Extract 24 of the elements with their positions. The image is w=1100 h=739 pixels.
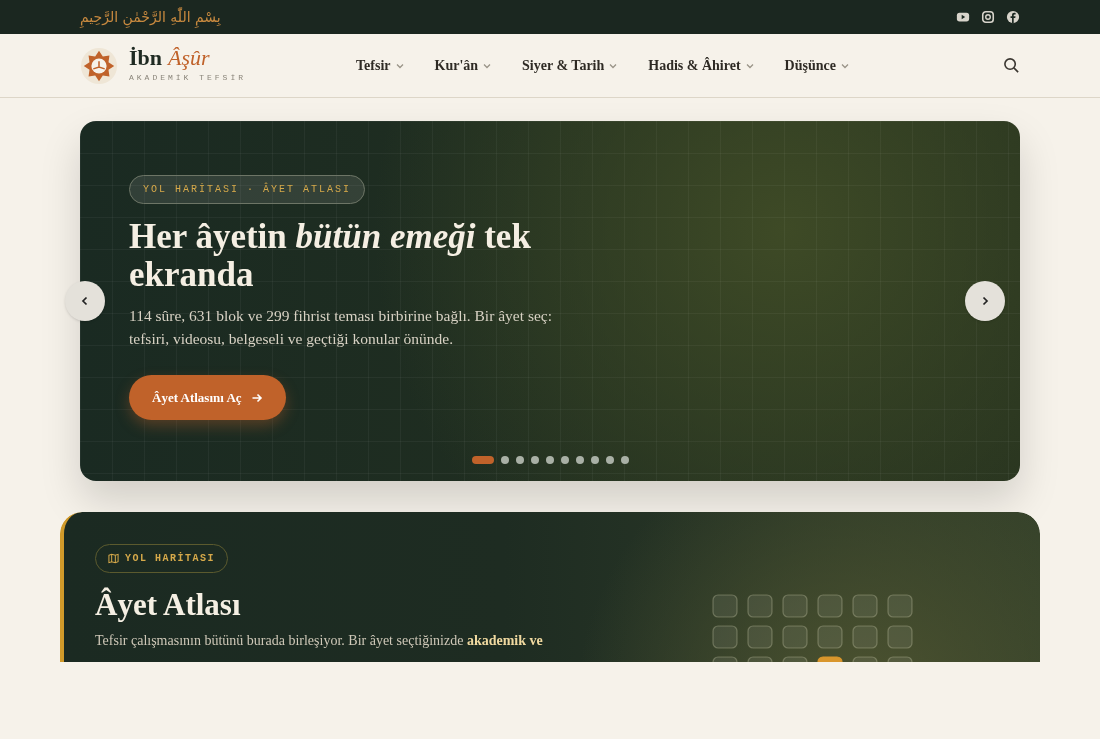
- map-icon: [108, 553, 119, 564]
- search-icon[interactable]: [1003, 57, 1020, 74]
- hero-title: Her âyetin bütün emeği tek ekranda: [129, 218, 532, 294]
- basmala-text: بِسْمِ اللّٰهِ الرَّحْمٰنِ الرَّحِيمِ: [80, 6, 221, 28]
- arrow-right-icon: [250, 391, 263, 404]
- logo-tagline: AKADEMİK TEFSİR: [129, 72, 246, 84]
- youtube-icon[interactable]: [956, 10, 970, 24]
- previous-slide-button[interactable]: [65, 281, 105, 321]
- logo-accent: Âşûr: [168, 47, 210, 69]
- nav-link[interactable]: Kur'ân: [434, 55, 493, 76]
- instagram-icon[interactable]: [981, 10, 995, 24]
- nav-link[interactable]: Tefsir: [356, 55, 405, 76]
- atlas-title: Âyet Atlası: [95, 587, 242, 623]
- facebook-icon[interactable]: [1006, 10, 1020, 24]
- hero-text: 114 sûre, 631 blok ve 299 fihrist teması birbirine bağlı. Bir âyet seç: tefsiri, videosu, belgeseli ve geçtiği konular önünde.: [129, 306, 553, 349]
- logo-icon[interactable]: [80, 46, 118, 85]
- nav-link[interactable]: Siyer & Tarih: [522, 55, 619, 76]
- logo-name: İbn: [129, 47, 163, 69]
- next-slide-button[interactable]: [965, 281, 1005, 321]
- atlas-text: Tefsir çalışmasının bütünü burada birleşiyor. Bir âyet seçtiğinizde akademik ve: [95, 632, 544, 650]
- hero-badge: YOL HARİTASI · ÂYET ATLASI: [129, 175, 366, 204]
- nav-link[interactable]: Hadis & Âhiret: [648, 55, 755, 76]
- open-atlas-button[interactable]: Âyet Atlasını Aç: [129, 375, 286, 420]
- nav-link[interactable]: Düşünce: [784, 55, 850, 76]
